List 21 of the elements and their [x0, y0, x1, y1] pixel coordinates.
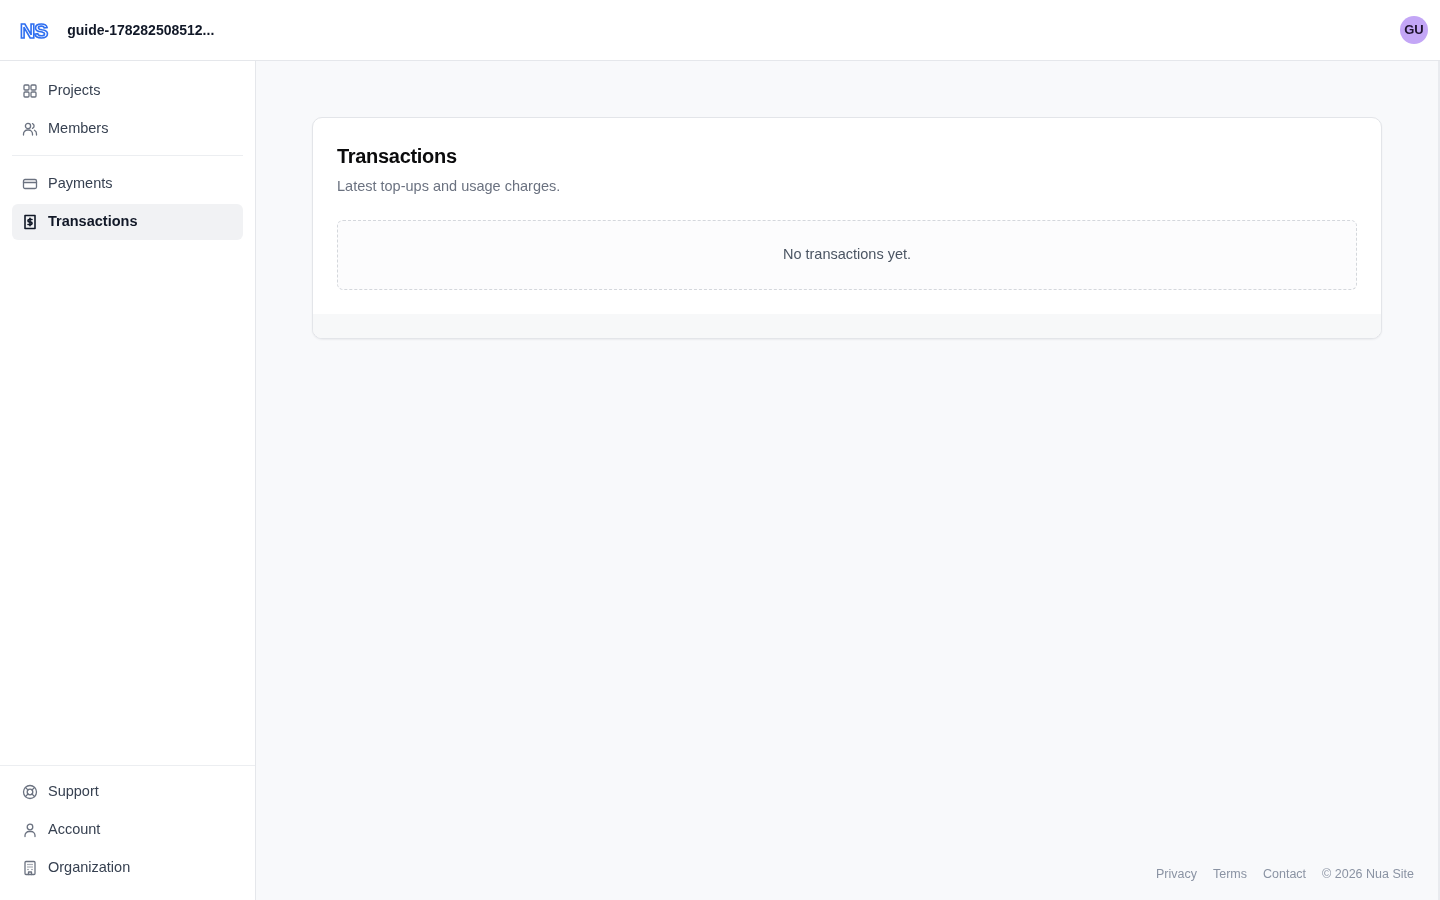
card-title: Transactions: [337, 144, 458, 169]
credit-card-icon: [22, 176, 38, 192]
workspace-name: guide-178282508512...: [67, 20, 215, 40]
card-subtitle: Latest top-ups and usage charges.: [337, 177, 562, 196]
people-icon: [22, 121, 38, 137]
sidebar-item[interactable]: Projects: [12, 73, 243, 109]
sidebar-item[interactable]: Payments: [12, 166, 243, 202]
sidebar-item[interactable]: Members: [12, 111, 243, 147]
user-avatar[interactable]: GU: [1400, 16, 1428, 44]
logo: NS: [20, 19, 48, 41]
building-icon: [22, 860, 38, 876]
empty-message: No transactions yet.: [782, 245, 912, 265]
receipt-dollar-icon: [22, 214, 38, 230]
person-icon: [22, 822, 38, 838]
lifebuoy-icon: [22, 784, 38, 800]
sidebar-item[interactable]: Account: [12, 812, 243, 848]
sidebar-item[interactable]: Organization: [12, 850, 243, 886]
copyright-text: © 2026 Nua Site: [1322, 866, 1414, 884]
sidebar-item[interactable]: Support: [12, 774, 243, 810]
sidebar-item[interactable]: Transactions: [12, 204, 243, 240]
grid-icon: [22, 83, 38, 99]
